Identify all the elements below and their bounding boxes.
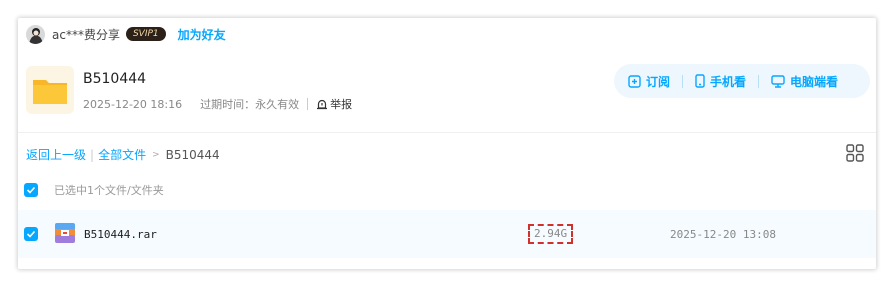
report-label: 举报 [330, 98, 353, 111]
phone-icon [695, 74, 705, 88]
sharer-name: ac***费分享 [52, 27, 120, 42]
folder-icon [26, 66, 74, 114]
folder-header: B510444 2025-12-20 18:16 过期时间：永久有效 举报 订阅… [18, 54, 876, 132]
alert-icon [317, 99, 328, 110]
expire-text: 过期时间：永久有效 [200, 98, 300, 111]
selection-summary: 已选中1个文件/文件夹 [24, 182, 164, 198]
share-panel: ac***费分享 SVIP1 加为好友 B510444 2025-12-20 1… [18, 18, 876, 269]
select-all-checkbox[interactable] [24, 183, 38, 197]
file-size: 2.94G [528, 224, 574, 244]
back-link[interactable]: 返回上一级 [26, 146, 86, 163]
selection-text: 已选中1个文件/文件夹 [54, 184, 164, 197]
sharer-bar: ac***费分享 SVIP1 加为好友 [26, 24, 226, 44]
breadcrumb: 返回上一级 | 全部文件 > B510444 [26, 146, 220, 163]
subscribe-button[interactable]: 订阅 [628, 73, 670, 90]
mobile-view-button[interactable]: 手机看 [695, 73, 746, 90]
subscribe-label: 订阅 [646, 74, 671, 89]
all-files-link[interactable]: 全部文件 [98, 146, 146, 163]
header-divider [18, 132, 876, 133]
monitor-icon [771, 74, 785, 88]
check-icon [26, 230, 36, 238]
table-row[interactable]: B510444.rar 2.94G 2025-12-20 13:08 [18, 210, 876, 258]
folder-meta: 2025-12-20 18:16 过期时间：永久有效 举报 [83, 96, 352, 112]
subscribe-icon [628, 74, 641, 88]
view-actions: 订阅 手机看 电脑端看 [614, 64, 870, 98]
check-icon [26, 186, 36, 194]
avatar[interactable] [26, 24, 45, 44]
pc-view-label: 电脑端看 [790, 74, 839, 89]
file-date: 2025-12-20 13:08 [670, 228, 776, 241]
folder-title: B510444 [83, 71, 147, 87]
mobile-view-label: 手机看 [710, 74, 747, 89]
grid-view-button[interactable] [846, 144, 864, 166]
row-checkbox[interactable] [24, 227, 38, 241]
rar-file-icon [55, 223, 75, 243]
file-name[interactable]: B510444.rar [84, 228, 157, 241]
share-date: 2025-12-20 18:16 [83, 97, 183, 111]
svip-badge: SVIP1 [125, 27, 166, 41]
current-folder: B510444 [165, 147, 220, 162]
chevron-right-icon: > [152, 149, 160, 160]
report-button[interactable]: 举报 [316, 96, 352, 112]
grid-icon [846, 144, 864, 162]
add-friend-link[interactable]: 加为好友 [178, 26, 226, 43]
pc-view-button[interactable]: 电脑端看 [771, 73, 838, 90]
